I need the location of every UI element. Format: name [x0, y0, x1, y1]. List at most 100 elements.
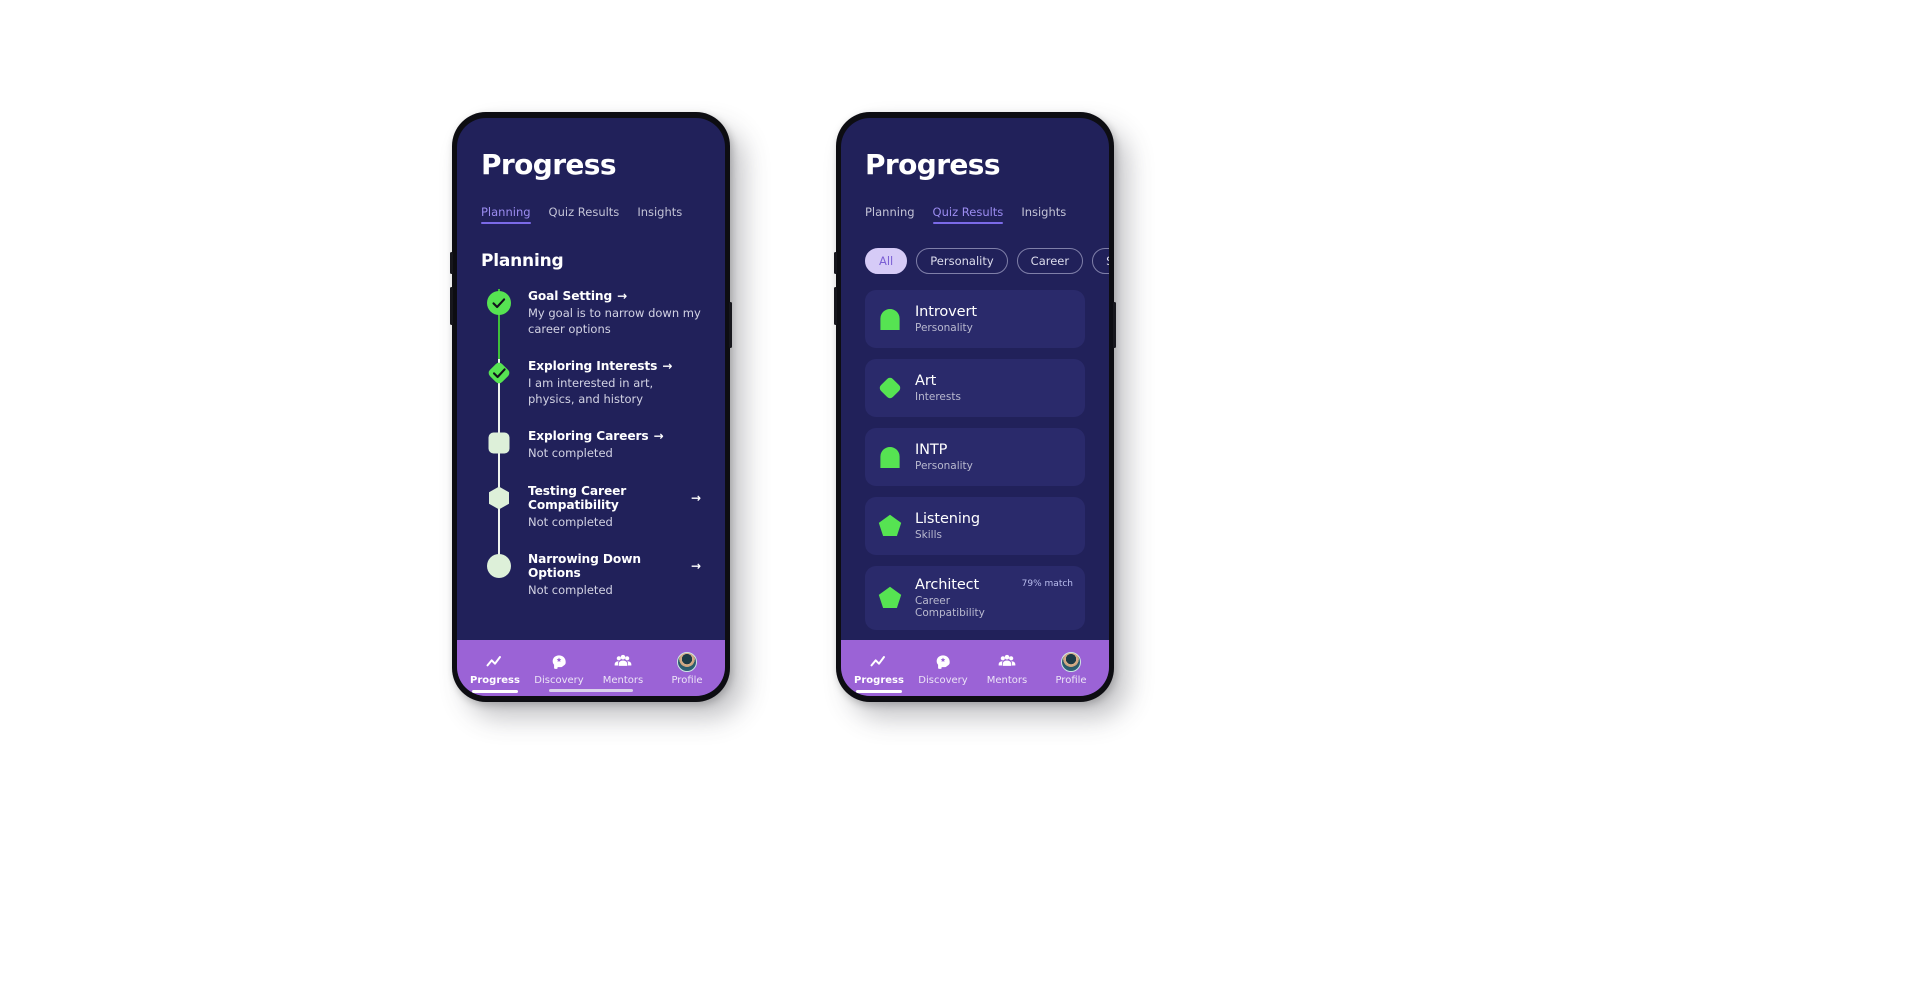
timeline-heading[interactable]: Testing Career Compatibility →	[528, 484, 701, 512]
pentagon-icon	[877, 513, 903, 539]
head-sparkle-icon	[549, 652, 569, 672]
timeline-body: Exploring Careers → Not completed	[528, 429, 664, 484]
list-item-subtitle: Career Compatibility	[915, 595, 985, 619]
filter-chip-all[interactable]: All	[865, 248, 908, 274]
arrow-right-icon: →	[691, 490, 701, 505]
phone-left-button-volume[interactable]	[450, 287, 453, 325]
nav-label-progress: Progress	[470, 675, 520, 686]
hexagon-icon	[486, 485, 512, 511]
phone-left-button-power[interactable]	[729, 302, 732, 348]
nav-label-profile: Profile	[1055, 675, 1087, 686]
quiz-result-list: Introvert Personality Art Interests INTP…	[865, 290, 1085, 630]
arrow-right-icon: →	[653, 429, 664, 444]
list-item-text: Listening Skills	[915, 511, 1061, 541]
tab-planning[interactable]: Planning	[481, 205, 531, 224]
timeline-body: Narrowing Down Options → Not completed	[528, 552, 701, 621]
timeline-title: Exploring Careers	[528, 429, 649, 444]
timeline-description: I am interested in art, physics, and his…	[528, 376, 654, 406]
quiz-results-screen: Progress Planning Quiz Results Insights …	[841, 118, 1109, 696]
phone-right-button-volume[interactable]	[834, 287, 837, 325]
circle-icon	[486, 553, 512, 579]
list-item-subtitle: Interests	[915, 391, 961, 403]
planning-screen: Progress Planning Quiz Results Insights …	[457, 118, 725, 696]
arrow-right-icon: →	[691, 559, 701, 574]
timeline-body: Testing Career Compatibility → Not compl…	[528, 484, 701, 553]
filter-chip-row[interactable]: All Personality Career S	[865, 248, 1109, 274]
list-item[interactable]: INTP Personality	[865, 428, 1085, 486]
nav-item-progress[interactable]: Progress	[848, 644, 910, 693]
tab-bar: Planning Quiz Results Insights	[865, 205, 1085, 224]
phone-right-screen: Progress Planning Quiz Results Insights …	[841, 118, 1109, 696]
timeline-body: Exploring Interests → I am interested in…	[528, 359, 701, 429]
nav-item-mentors[interactable]: Mentors	[592, 644, 654, 686]
nav-item-mentors[interactable]: Mentors	[976, 644, 1038, 686]
avatar	[677, 652, 697, 672]
trend-line-icon	[869, 652, 889, 672]
match-badge: 79% match	[1021, 579, 1073, 589]
list-item-text: Introvert Personality	[915, 304, 1061, 334]
list-item[interactable]: Introvert Personality	[865, 290, 1085, 348]
list-item-title: Listening	[915, 511, 980, 527]
timeline-title: Exploring Interests	[528, 359, 658, 374]
nav-item-profile[interactable]: Profile	[1040, 644, 1102, 686]
nav-item-progress[interactable]: Progress	[464, 644, 526, 693]
timeline-item[interactable]: Exploring Careers → Not completed	[484, 429, 701, 494]
filter-chip-skills[interactable]: S	[1092, 248, 1109, 274]
nav-active-indicator	[856, 690, 902, 693]
list-item[interactable]: Architect Career Compatibility 79% match	[865, 566, 1085, 630]
timeline-heading[interactable]: Exploring Careers →	[528, 429, 664, 443]
dome-icon	[877, 306, 903, 332]
bottom-nav: Progress Discovery Mentors Profile	[841, 640, 1109, 696]
timeline-description: My goal is to narrow down my career opti…	[528, 306, 701, 336]
tab-insights[interactable]: Insights	[637, 205, 682, 224]
list-item-subtitle: Skills	[915, 529, 942, 541]
list-item-text: INTP Personality	[915, 442, 1061, 472]
list-item[interactable]: Art Interests	[865, 359, 1085, 417]
tab-quiz-results[interactable]: Quiz Results	[932, 205, 1003, 224]
nav-item-discovery[interactable]: Discovery	[912, 644, 974, 686]
trend-line-icon	[485, 652, 505, 672]
list-item-text: Art Interests	[915, 373, 1061, 403]
section-title: Planning	[481, 251, 564, 271]
list-item-subtitle: Personality	[915, 460, 973, 472]
nav-label-discovery: Discovery	[534, 675, 584, 686]
filter-chip-personality[interactable]: Personality	[916, 248, 1008, 274]
filter-chip-career[interactable]: Career	[1016, 248, 1084, 274]
avatar-icon	[1061, 652, 1081, 672]
timeline-description: Not completed	[528, 514, 613, 529]
timeline-heading[interactable]: Goal Setting →	[528, 289, 701, 303]
timeline-heading[interactable]: Narrowing Down Options →	[528, 552, 701, 580]
avatar-icon	[677, 652, 697, 672]
people-group-icon	[613, 652, 633, 672]
nav-active-indicator	[472, 690, 518, 693]
phone-left-button-mute[interactable]	[450, 252, 453, 274]
nav-item-discovery[interactable]: Discovery	[528, 644, 590, 686]
timeline-body: Goal Setting → My goal is to narrow down…	[528, 289, 701, 359]
list-item-subtitle: Personality	[915, 322, 973, 334]
tab-insights[interactable]: Insights	[1021, 205, 1066, 224]
timeline-rail	[484, 289, 514, 370]
tab-quiz-results[interactable]: Quiz Results	[549, 205, 620, 224]
diamond-check-icon	[486, 360, 512, 386]
phone-right: Progress Planning Quiz Results Insights …	[834, 112, 1116, 702]
page-title: Progress	[481, 148, 617, 181]
list-item-title: INTP	[915, 442, 948, 458]
home-indicator	[549, 689, 633, 692]
list-item[interactable]: Listening Skills	[865, 497, 1085, 555]
timeline-item[interactable]: Testing Career Compatibility → Not compl…	[484, 483, 701, 563]
diamond-icon	[877, 375, 903, 401]
timeline-item[interactable]: Narrowing Down Options → Not completed	[484, 552, 701, 621]
tab-planning[interactable]: Planning	[865, 205, 915, 224]
timeline-title: Narrowing Down Options	[528, 552, 641, 581]
nav-label-profile: Profile	[671, 675, 703, 686]
nav-label-mentors: Mentors	[986, 675, 1028, 686]
screenshot-canvas: Progress Planning Quiz Results Insights …	[0, 0, 1920, 1000]
timeline-item[interactable]: Goal Setting → My goal is to narrow down…	[484, 289, 701, 370]
phone-right-button-power[interactable]	[1113, 302, 1116, 348]
nav-label-progress: Progress	[854, 675, 904, 686]
nav-item-profile[interactable]: Profile	[656, 644, 718, 686]
timeline-heading[interactable]: Exploring Interests →	[528, 359, 701, 373]
phone-right-button-mute[interactable]	[834, 252, 837, 274]
timeline-item[interactable]: Exploring Interests → I am interested in…	[484, 359, 701, 440]
circle-check-icon	[486, 290, 512, 316]
